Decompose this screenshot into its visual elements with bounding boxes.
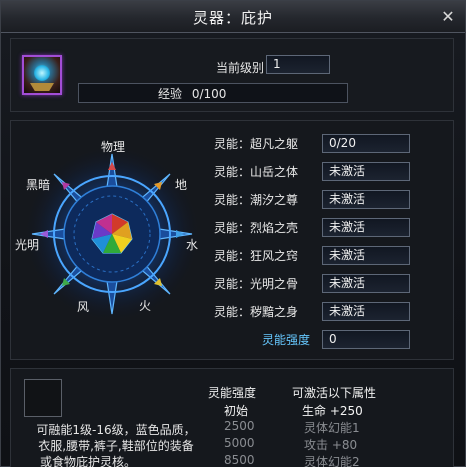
row-attribute: 攻击 +80 (304, 438, 358, 452)
direction-physical: 物理 (101, 140, 126, 154)
ability-value: 未激活 (322, 274, 410, 293)
description-line: 或食物庇护灵核。 (40, 455, 137, 467)
level-label: 当前级别 (216, 61, 265, 75)
row-attribute: 生命 +250 (302, 404, 363, 418)
ability-value: 未激活 (322, 190, 410, 209)
ability-label: 灵能：狂风之窍 (214, 249, 299, 263)
gem-icon (34, 65, 50, 81)
row-strength: 5000 (224, 436, 255, 450)
description: 可融能1级-16级，蓝色品质， 衣服,腰带,裤子,鞋部位的装备 或食物庇护灵核。 (26, 422, 206, 467)
row-attribute: 灵体幻能1 (304, 421, 360, 435)
row-attribute: 灵体幻能2 (304, 455, 360, 467)
strength-value: 0 (322, 330, 410, 349)
title-bar[interactable]: 灵器：庇护 ✕ (1, 1, 465, 33)
ability-value: 0/20 (322, 134, 410, 153)
ability-value: 未激活 (322, 218, 410, 237)
col-header-attribute: 可激活以下属性 (292, 386, 377, 400)
ability-value: 未激活 (322, 246, 410, 265)
exp-label: 经验 (158, 87, 183, 101)
close-icon[interactable]: ✕ (438, 7, 458, 27)
ability-label: 灵能：光明之骨 (214, 277, 299, 291)
row-strength: 2500 (224, 419, 255, 433)
direction-fire: 火 (139, 299, 152, 313)
window-title: 灵器：庇护 (192, 9, 273, 27)
description-line: 衣服,腰带,裤子,鞋部位的装备 (38, 439, 194, 453)
direction-wind: 风 (77, 300, 90, 314)
exp-readout: 经验 0/100 (158, 85, 226, 102)
ability-label: 灵能：超凡之躯 (214, 137, 299, 151)
ability-value: 未激活 (322, 302, 410, 321)
ability-label: 灵能：烈焰之壳 (214, 221, 299, 235)
ability-label: 灵能：山岳之体 (214, 165, 299, 179)
row-strength: 初始 (224, 404, 249, 418)
ability-label: 灵能：潮汐之尊 (214, 193, 299, 207)
artifact-item-icon[interactable] (22, 55, 62, 95)
ability-label: 灵能：秽黯之身 (214, 305, 299, 319)
col-header-strength: 灵能强度 (208, 386, 257, 400)
direction-dark: 黑暗 (26, 178, 51, 192)
level-field: 1 (266, 55, 330, 74)
core-slot[interactable] (24, 379, 62, 417)
direction-water: 水 (186, 238, 199, 252)
exp-value: 0/100 (191, 87, 227, 101)
direction-light: 光明 (15, 238, 40, 252)
ability-value: 未激活 (322, 162, 410, 181)
ornament-icon (30, 83, 54, 91)
strength-label: 灵能强度 (262, 333, 311, 347)
description-line: 可融能1级-16级，蓝色品质， (36, 423, 196, 437)
row-strength: 8500 (224, 453, 255, 467)
direction-earth: 地 (175, 178, 188, 192)
element-compass (26, 148, 198, 320)
